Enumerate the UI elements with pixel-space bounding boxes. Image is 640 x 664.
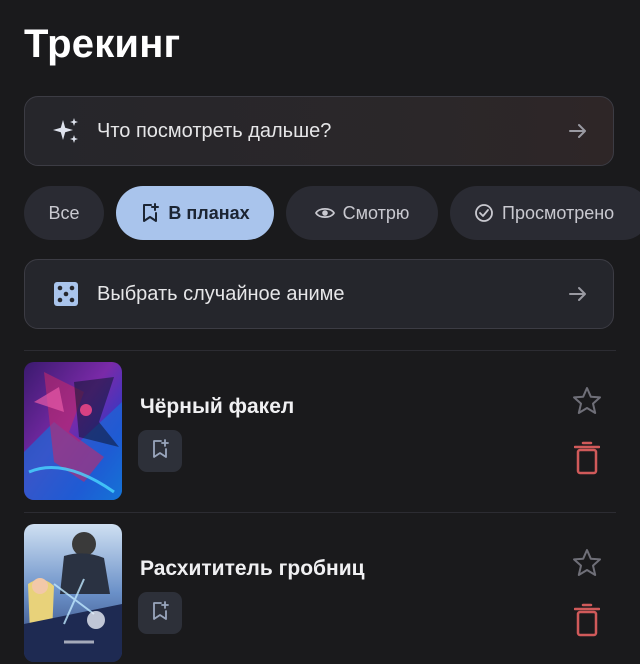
eye-icon: [314, 203, 335, 223]
page-title: Трекинг: [24, 22, 181, 66]
delete-button[interactable]: [572, 441, 602, 480]
suggest-next-label: Что посмотреть дальше?: [97, 119, 332, 142]
random-anime-button[interactable]: Выбрать случайное аниме: [24, 259, 614, 329]
filter-chip-all[interactable]: Все: [24, 186, 104, 240]
filter-chip-planned-label: В планах: [168, 202, 250, 223]
bookmark-plus-icon: [151, 438, 169, 464]
bookmark-plus-icon: [140, 203, 160, 223]
favorite-button[interactable]: [570, 548, 604, 582]
filter-chip-watching[interactable]: Смотрю: [286, 186, 438, 240]
favorite-button[interactable]: [570, 386, 604, 420]
anime-list-item[interactable]: Расхититель гробниц: [24, 524, 616, 664]
anime-poster[interactable]: [24, 362, 122, 500]
trash-icon: [573, 441, 601, 480]
filter-chip-watching-label: Смотрю: [342, 202, 410, 223]
filter-chip-planned[interactable]: В планах: [116, 186, 274, 240]
filter-chip-completed-label: Просмотрено: [502, 202, 615, 223]
anime-title: Расхититель гробниц: [140, 557, 365, 580]
bookmark-plus-icon: [151, 600, 169, 626]
list-divider: [24, 350, 616, 351]
filter-chip-completed[interactable]: Просмотрено: [450, 186, 640, 240]
list-divider: [24, 512, 616, 513]
arrow-right-icon: [567, 283, 589, 305]
star-icon: [571, 547, 603, 584]
dice-icon: [51, 279, 81, 309]
suggest-next-button[interactable]: Что посмотреть дальше?: [24, 96, 614, 166]
delete-button[interactable]: [572, 603, 602, 642]
anime-title: Чёрный факел: [140, 395, 295, 418]
trash-icon: [573, 603, 601, 642]
status-bookmark-button[interactable]: [138, 592, 182, 634]
sparkles-icon: [51, 116, 81, 146]
arrow-right-icon: [567, 120, 589, 142]
filter-chip-all-label: Все: [48, 202, 80, 223]
random-anime-label: Выбрать случайное аниме: [97, 282, 345, 305]
status-bookmark-button[interactable]: [138, 430, 182, 472]
star-icon: [571, 385, 603, 422]
anime-list-item[interactable]: Чёрный факел: [24, 362, 616, 502]
status-filter-chips: Все В планах Смотрю Просмотрено: [24, 186, 640, 240]
anime-poster[interactable]: [24, 524, 122, 662]
check-circle-icon: [474, 203, 494, 223]
